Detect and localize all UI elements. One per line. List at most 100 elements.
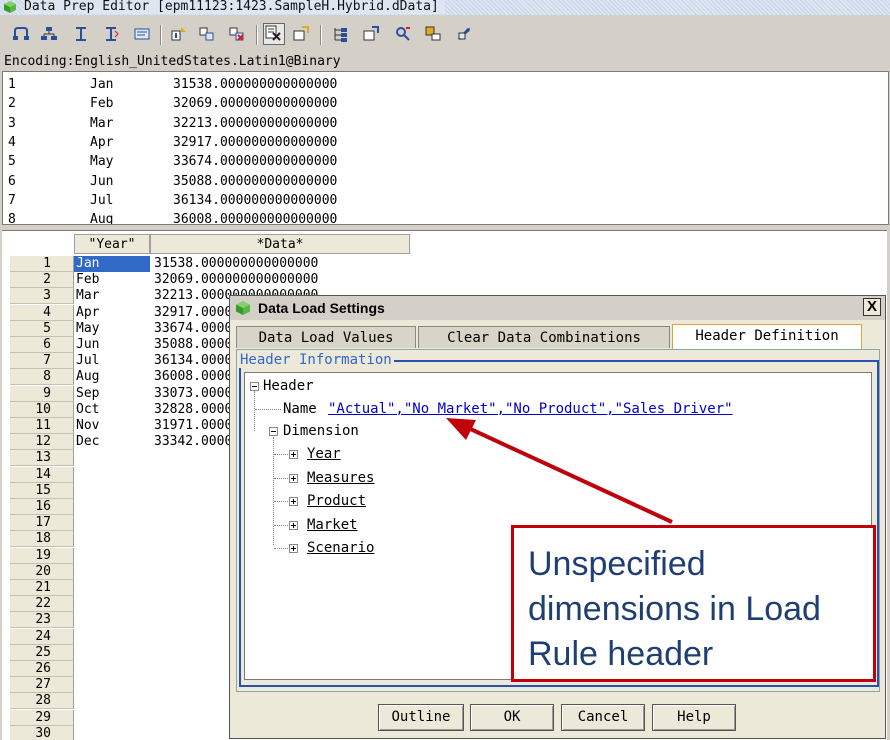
grid-row-number[interactable]: 15 [10,482,74,499]
join-icon[interactable] [170,25,188,43]
grid-row-number[interactable]: 19 [10,547,74,564]
raw-data-value: 33674.000000000000000 [173,154,338,170]
collapse-icon[interactable] [250,382,259,391]
raw-data-pane[interactable]: 1 Jan 31538.000000000000000 2 Feb 32069.00000… [2,71,889,225]
grid-cell-year[interactable]: Oct [74,402,150,418]
expand-icon[interactable] [289,473,298,483]
grid-row-number[interactable]: 11 [10,418,74,434]
grid-row-number[interactable]: 26 [10,661,74,677]
tree-node-name-label[interactable]: Name [283,400,317,418]
associate-icon[interactable] [424,25,442,43]
split-icon[interactable] [198,25,216,43]
grid-row-number[interactable]: 16 [10,499,74,515]
grid-cell-year[interactable]: Apr [74,305,150,321]
grid-header-data[interactable]: *Data* [150,234,410,254]
tree-node-dimension-product[interactable]: Product [307,492,366,510]
grid-cell-year[interactable]: Jan [74,256,150,272]
move-field-icon[interactable] [362,25,380,43]
grid-row-number[interactable]: 9 [10,385,74,402]
grid-row-number[interactable]: 27 [10,677,74,694]
grid-cell-data[interactable]: 32069.000000000000000 [154,272,318,288]
tree-node-dimension-measures[interactable]: Measures [307,469,374,487]
close-button[interactable]: X [863,298,881,316]
help-button[interactable]: Help [652,704,736,731]
grid-row-number[interactable]: 17 [10,515,74,532]
raw-data-value: 32069.000000000000000 [173,96,338,112]
raw-data-month: Feb [90,96,114,112]
grid-cell-year[interactable]: Nov [74,418,150,434]
raw-data-month: Jan [90,77,114,92]
grid-cell-year[interactable]: Dec [74,434,150,450]
raw-data-line-number: 5 [8,154,16,170]
grid-cell-year[interactable]: Feb [74,272,150,288]
grid-cell-year[interactable]: Jun [74,337,150,353]
grid-row-number[interactable]: 6 [10,337,74,353]
tree-node-header[interactable]: Header [263,377,314,395]
grid-row-number[interactable]: 5 [10,320,74,337]
sort-icon[interactable] [72,25,90,43]
raw-data-line-number: 6 [8,173,16,189]
sort-desc-icon[interactable] [102,25,120,43]
open-icon[interactable] [12,25,30,43]
grid-row-number[interactable]: 4 [10,304,74,321]
grid-row-number[interactable]: 29 [10,709,74,726]
grid-row-number[interactable]: 24 [10,628,74,645]
outline-button[interactable]: Outline [378,704,464,731]
grid-cell-data[interactable]: 31538.000000000000000 [154,256,318,272]
cancel-button[interactable]: Cancel [561,704,645,731]
tab-header-definition[interactable]: Header Definition [672,324,862,349]
header-name-value[interactable]: "Actual","No Market","No Product","Sales… [328,400,733,418]
grid-row-number[interactable]: 2 [10,272,74,289]
grid-row-number[interactable]: 10 [10,401,74,418]
raw-data-line-number: 1 [8,77,16,92]
grid-row-number[interactable]: 1 [10,256,74,272]
raw-data-value: 36134.000000000000000 [173,192,338,208]
data-load-settings-icon[interactable] [263,23,285,45]
raw-data-month: May [90,154,114,170]
grid-row-number[interactable]: 18 [10,531,74,548]
refresh-icon[interactable] [456,25,474,43]
raw-data-value: 36008.000000000000000 [173,212,338,225]
dimension-build-icon[interactable] [332,25,350,43]
grid-row-number[interactable]: 30 [10,725,74,740]
raw-data-month: Aug [90,212,114,225]
tree-node-dimension[interactable]: Dimension [283,422,359,440]
grid-header-year[interactable]: "Year" [74,234,150,254]
tree-node-dimension-market[interactable]: Market [307,516,358,534]
raw-data-value: 31538.000000000000000 [173,77,338,92]
field-properties-icon[interactable] [292,25,310,43]
grid-cell-year[interactable]: Aug [74,369,150,385]
grid-row-number[interactable]: 21 [10,580,74,596]
dialog-title-bar: Data Load Settings X [230,296,885,320]
grid-row-number[interactable]: 13 [10,450,74,467]
grid-row-number[interactable]: 12 [10,434,74,451]
grid-cell-year[interactable]: Jul [74,353,150,369]
ok-button[interactable]: OK [470,704,554,731]
grid-row-number[interactable]: 8 [10,369,74,386]
expand-icon[interactable] [289,520,298,530]
grid-row-number[interactable]: 14 [10,466,74,483]
tab-clear-data-combinations[interactable]: Clear Data Combinations [418,326,670,348]
grid-cell-year[interactable]: Mar [74,288,150,304]
expand-icon[interactable] [289,544,298,553]
tree-icon[interactable] [40,25,58,43]
tree-node-dimension-year[interactable]: Year [307,445,341,463]
validate-icon[interactable] [394,25,412,43]
cube-icon [4,1,16,13]
expand-icon[interactable] [289,497,298,506]
grid-row-number[interactable]: 3 [10,288,74,305]
grid-row-number[interactable]: 22 [10,596,74,613]
grid-cell-year[interactable]: Sep [74,386,150,402]
grid-row-number[interactable]: 23 [10,612,74,629]
grid-row-number[interactable]: 20 [10,563,74,580]
view-icon[interactable] [133,25,151,43]
grid-row-number[interactable]: 28 [10,693,74,710]
expand-icon[interactable] [289,450,298,459]
grid-row-number[interactable]: 7 [10,353,74,370]
tab-data-load-values[interactable]: Data Load Values [236,326,416,348]
delete-icon[interactable] [228,25,246,43]
tree-node-dimension-scenario[interactable]: Scenario [307,539,374,557]
grid-row-number[interactable]: 25 [10,644,74,661]
grid-cell-year[interactable]: May [74,321,150,337]
collapse-icon[interactable] [269,427,278,436]
